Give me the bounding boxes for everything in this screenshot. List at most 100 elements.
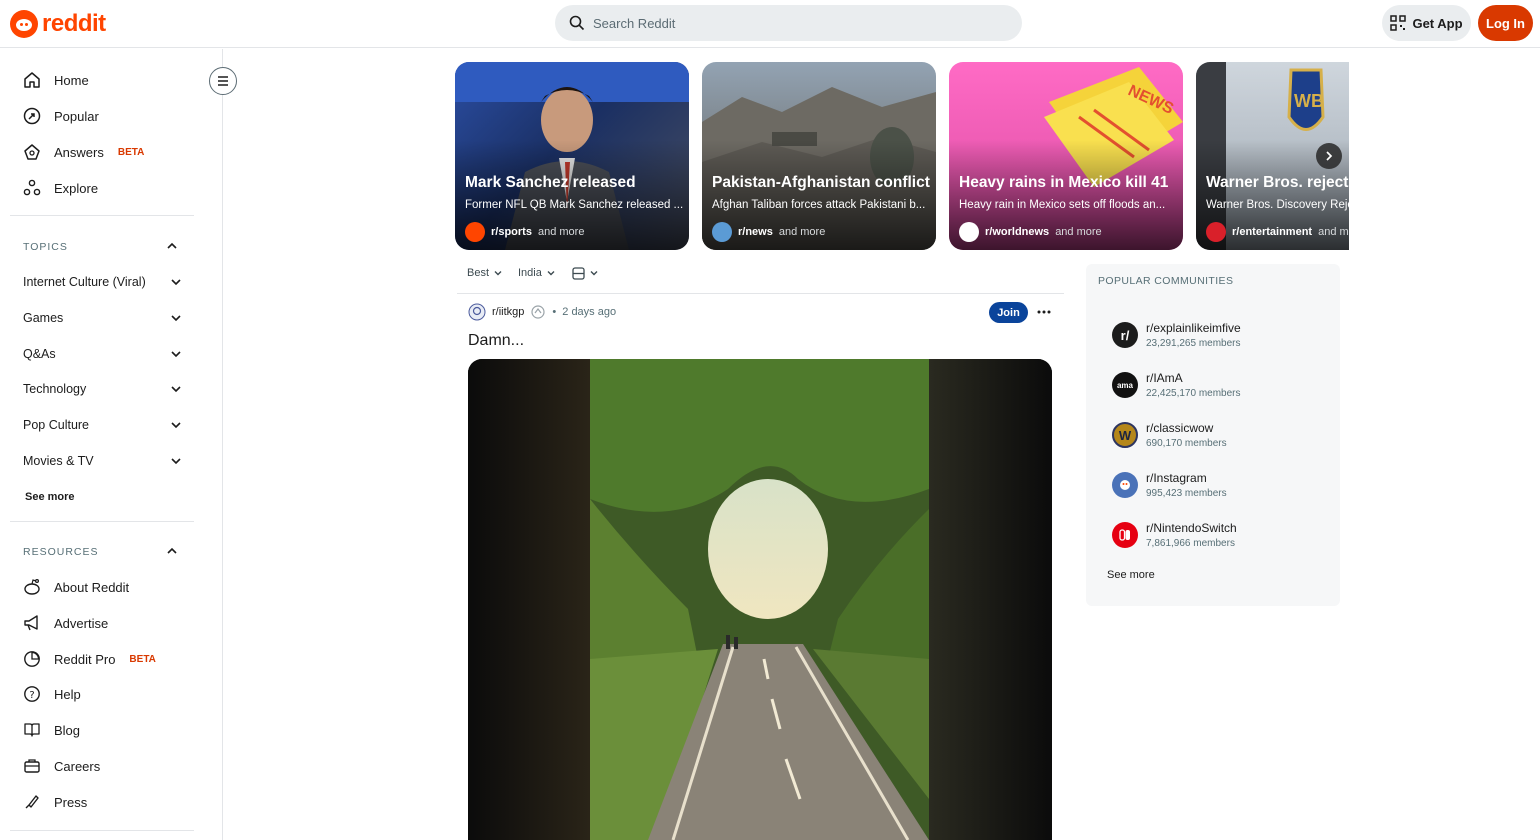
community-name: r/NintendoSwitch — [1146, 521, 1237, 535]
sort-dropdown[interactable]: Best — [467, 263, 503, 283]
community-badge-icon — [531, 305, 546, 319]
login-button[interactable]: Log In — [1478, 5, 1533, 41]
sidebar-item-label: Help — [54, 686, 81, 702]
topic-label: Games — [23, 311, 64, 325]
community-item[interactable]: W r/classicwow 690,170 members — [1112, 417, 1322, 453]
card-title: Mark Sanchez released — [465, 174, 636, 191]
topic-label: Movies & TV — [23, 454, 94, 468]
chevron-down-icon — [590, 271, 598, 276]
sidebar-item-explore[interactable]: Explore — [22, 170, 202, 206]
sidebar-item-label: Reddit Pro — [54, 651, 116, 667]
get-app-button[interactable]: Get App — [1382, 5, 1471, 41]
feed-divider — [457, 293, 1064, 294]
subreddit-avatar-icon[interactable] — [468, 303, 486, 321]
classicwow-avatar-icon: W — [1112, 422, 1138, 448]
megaphone-icon — [22, 613, 42, 633]
carousel-next-button[interactable] — [1316, 143, 1342, 169]
post-subreddit-link[interactable]: r/iitkgp — [492, 306, 524, 318]
post-time: 2 days ago — [562, 306, 617, 318]
card-subreddit: r/sports and more — [465, 222, 584, 242]
popular-see-more-link[interactable]: See more — [1107, 569, 1155, 581]
sidebar-item-advertise[interactable]: Advertise — [22, 605, 202, 641]
trending-card[interactable]: Mark Sanchez released Former NFL QB Mark… — [455, 62, 689, 250]
view-dropdown[interactable] — [572, 263, 599, 283]
chevron-up-icon[interactable] — [165, 239, 179, 258]
answers-icon — [22, 142, 42, 162]
community-members: 995,423 members — [1146, 488, 1227, 499]
card-description: Afghan Taliban forces attack Pakistani b… — [712, 199, 926, 211]
community-members: 690,170 members — [1146, 438, 1227, 449]
more-options-icon — [1037, 310, 1051, 314]
topic-movies-tv[interactable]: Movies & TV — [23, 443, 183, 479]
topic-pop-culture[interactable]: Pop Culture — [23, 407, 183, 443]
chevron-right-icon — [1326, 151, 1333, 161]
location-dropdown[interactable]: India — [518, 263, 556, 283]
card-title: Warner Bros. reject P — [1206, 174, 1349, 191]
topic-qas[interactable]: Q&As — [23, 336, 183, 372]
sidebar-item-about-reddit[interactable]: About Reddit — [22, 569, 202, 605]
instagram-avatar-icon — [1112, 472, 1138, 498]
card-description: Former NFL QB Mark Sanchez released ... — [465, 199, 684, 211]
topic-label: Q&As — [23, 347, 56, 361]
resources-section-title: RESOURCES — [23, 546, 99, 558]
sidebar-item-label: Careers — [54, 758, 101, 774]
card-and-more: and mor — [1318, 226, 1349, 238]
pro-icon — [22, 649, 42, 669]
community-info: r/Instagram 995,423 members — [1146, 471, 1227, 499]
community-item[interactable]: r/Instagram 995,423 members — [1112, 467, 1322, 503]
sidebar-item-blog[interactable]: Blog — [22, 712, 202, 748]
dot-separator: • — [552, 306, 557, 318]
card-and-more: and more — [1055, 226, 1102, 238]
card-view-icon — [572, 266, 585, 280]
community-item[interactable]: r/ r/explainlikeimfive 23,291,265 member… — [1112, 317, 1322, 353]
topics-section-title: TOPICS — [23, 241, 68, 253]
collapse-sidebar-button[interactable] — [209, 67, 237, 95]
card-subreddit-name: r/entertainment — [1232, 226, 1313, 238]
sidebar-item-careers[interactable]: Careers — [22, 748, 202, 784]
press-icon — [22, 792, 42, 812]
home-icon — [22, 70, 42, 90]
topic-technology[interactable]: Technology — [23, 371, 183, 407]
reddit-alien-icon — [22, 577, 42, 597]
news-avatar-icon — [712, 222, 732, 242]
topic-games[interactable]: Games — [23, 300, 183, 336]
chevron-down-icon — [547, 271, 555, 276]
qr-code-icon — [1390, 15, 1407, 31]
post-more-options-button[interactable] — [1034, 302, 1054, 322]
search-input[interactable] — [593, 15, 973, 31]
chevron-up-icon[interactable] — [165, 544, 179, 563]
sidebar-divider — [10, 830, 194, 831]
topic-internet-culture[interactable]: Internet Culture (Viral) — [23, 264, 183, 300]
card-title: Pakistan-Afghanistan conflict — [712, 174, 930, 191]
svg-text:?: ? — [29, 690, 34, 701]
post-image[interactable] — [468, 359, 1052, 840]
sidebar-item-popular[interactable]: Popular — [22, 98, 202, 134]
get-app-label: Get App — [1412, 15, 1463, 31]
card-subreddit: r/worldnews and more — [959, 222, 1102, 242]
sidebar-item-press[interactable]: Press — [22, 784, 202, 820]
popular-icon — [22, 106, 42, 126]
topics-see-more-link[interactable]: See more — [25, 491, 75, 503]
card-subreddit-name: r/sports — [491, 226, 532, 238]
top-header: reddit Get App Log In — [0, 0, 1540, 48]
sidebar-item-label: About Reddit — [54, 579, 130, 595]
chevron-down-icon — [171, 386, 181, 393]
sidebar-item-home[interactable]: Home — [22, 62, 202, 98]
community-info: r/NintendoSwitch 7,861,966 members — [1146, 521, 1237, 549]
trending-card[interactable]: Pakistan-Afghanistan conflict Afghan Tal… — [702, 62, 936, 250]
sidebar-item-label: Popular — [54, 108, 99, 124]
community-item[interactable]: ama r/IAmA 22,425,170 members — [1112, 367, 1322, 403]
reddit-logo[interactable]: reddit — [10, 8, 106, 40]
sidebar-item-reddit-pro[interactable]: Reddit Pro BETA — [22, 641, 202, 677]
beta-badge: BETA — [117, 146, 145, 158]
beta-badge: BETA — [129, 653, 156, 665]
community-name: r/Instagram — [1146, 471, 1207, 485]
sidebar-item-label: Answers — [54, 144, 104, 160]
sidebar-item-help[interactable]: ? Help — [22, 676, 202, 712]
search-bar[interactable] — [555, 5, 1022, 41]
sidebar-item-answers[interactable]: Answers BETA — [22, 134, 202, 170]
post-title[interactable]: Damn... — [468, 332, 524, 350]
community-item[interactable]: r/NintendoSwitch 7,861,966 members — [1112, 517, 1322, 553]
trending-card[interactable]: NEWS Heavy rains in Mexico kill 41 Heavy… — [949, 62, 1183, 250]
join-button[interactable]: Join — [989, 302, 1028, 323]
